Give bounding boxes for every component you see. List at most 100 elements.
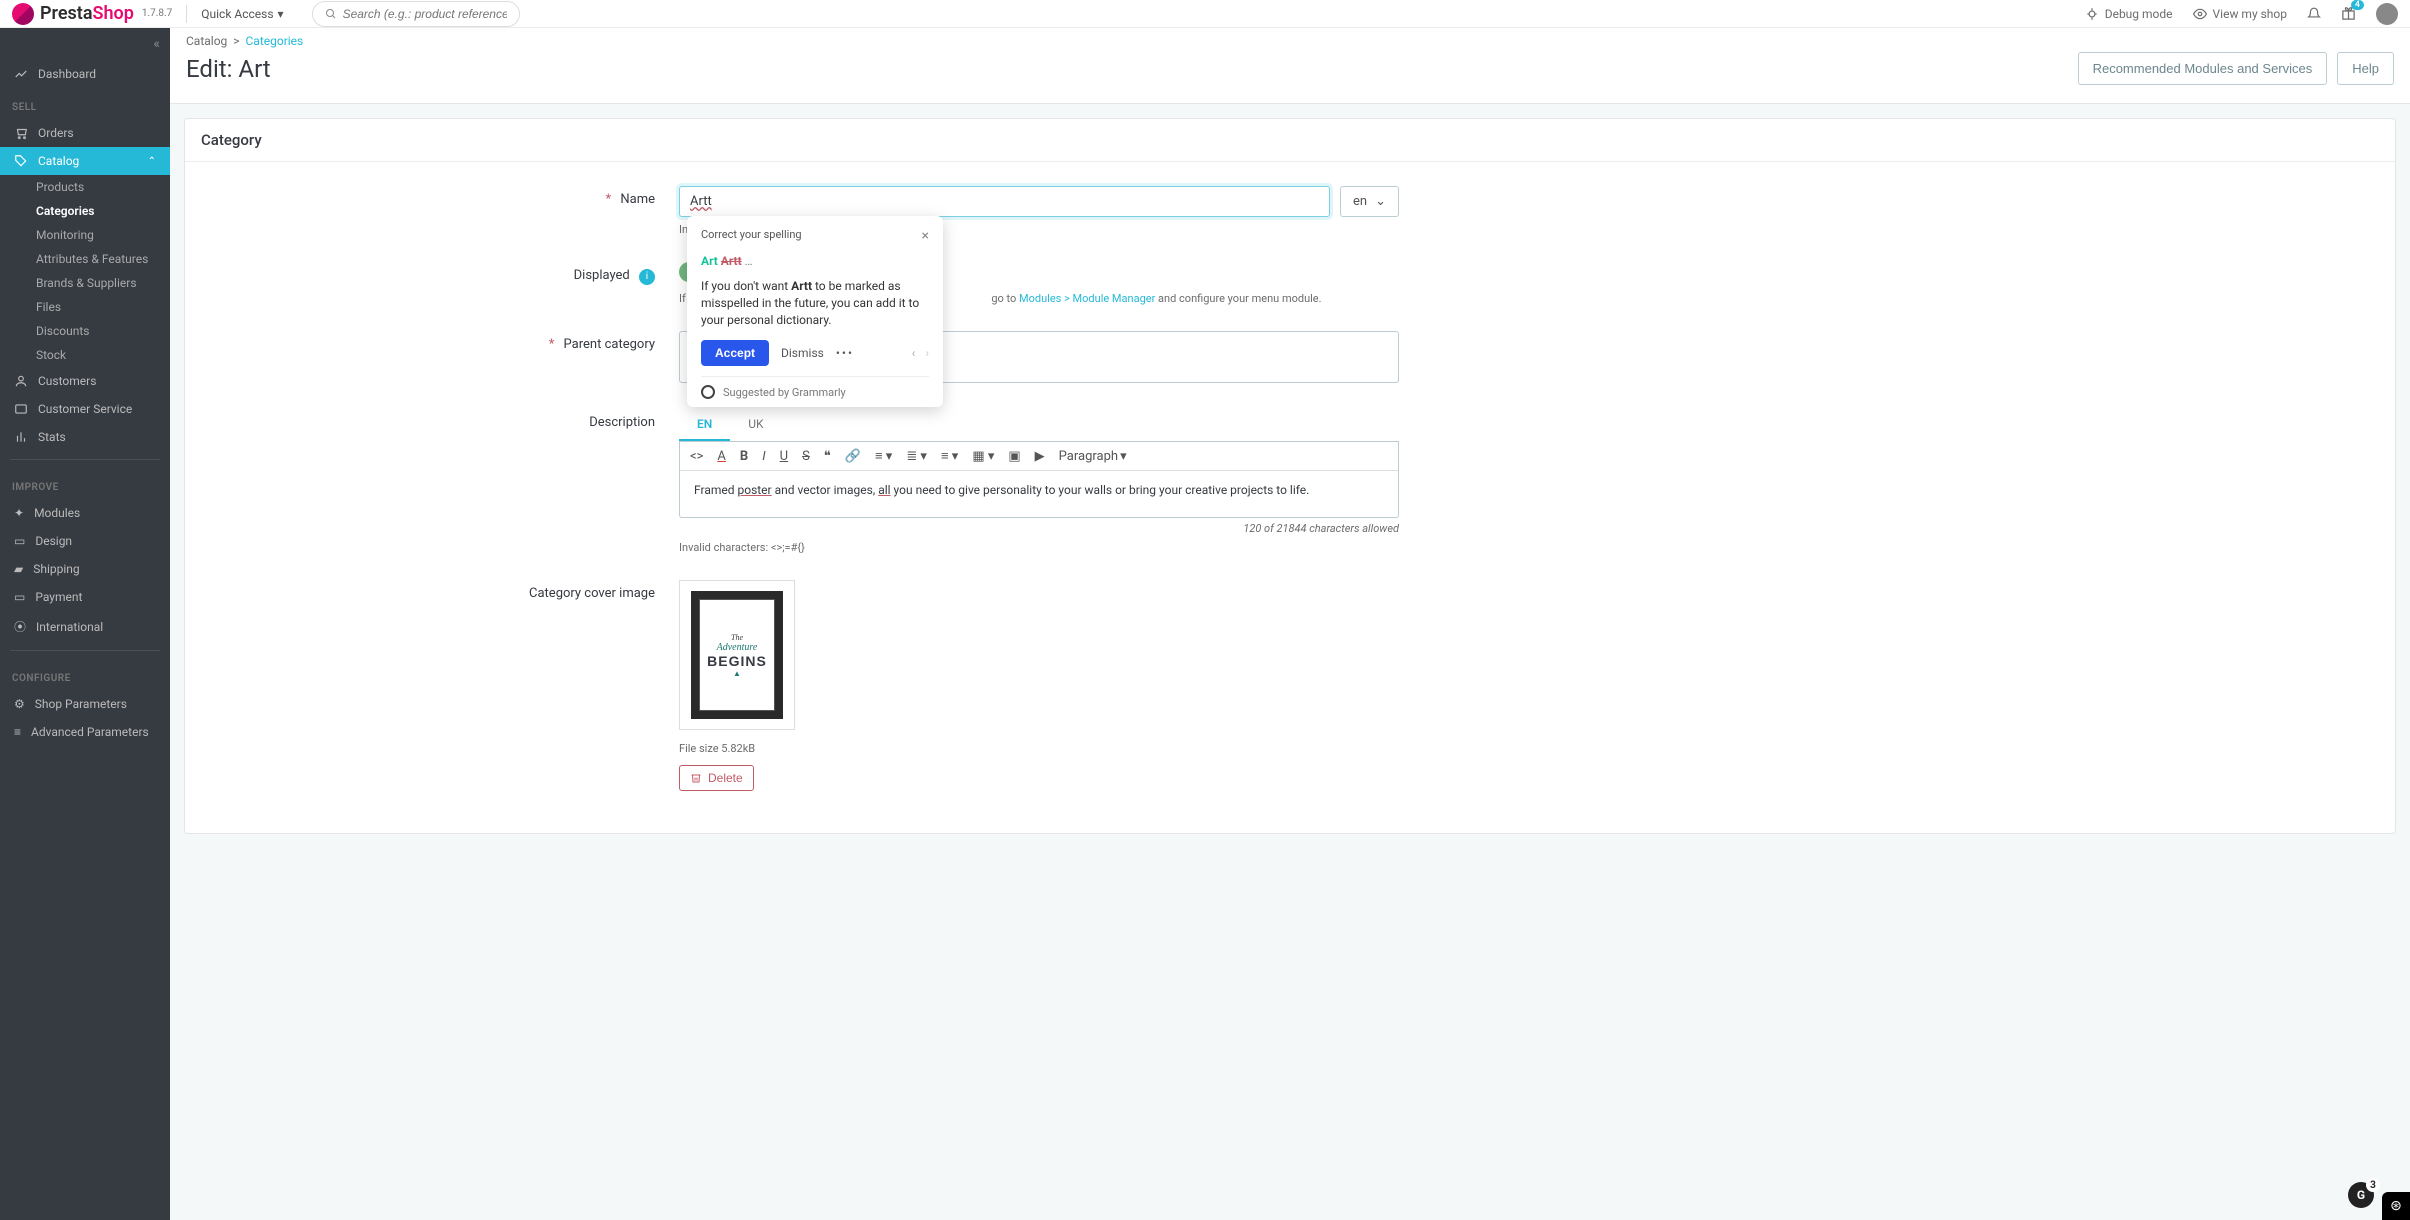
sidebar-item-modules[interactable]: ✦Modules xyxy=(0,499,170,527)
sidebar-item-customers[interactable]: Customers xyxy=(0,367,170,395)
subnav-products[interactable]: Products xyxy=(36,175,170,199)
image-icon[interactable]: ▣ xyxy=(1008,449,1020,464)
sidebar-label: Customers xyxy=(38,374,96,388)
info-icon[interactable]: i xyxy=(639,269,655,285)
subnav-categories[interactable]: Categories xyxy=(36,199,170,223)
module-manager-link[interactable]: Modules > Module Manager xyxy=(1019,292,1155,305)
source-icon[interactable]: <> xyxy=(690,449,703,464)
tab-uk[interactable]: uk xyxy=(730,409,781,441)
tab-en[interactable]: En xyxy=(679,409,730,441)
recommended-modules-button[interactable]: Recommended Modules and Services xyxy=(2078,52,2328,85)
bullet-list-icon[interactable]: ≣ ▾ xyxy=(906,449,927,464)
cover-thumbnail[interactable]: The Adventure BEGINS ▲ xyxy=(679,580,795,730)
debug-label: Debug mode xyxy=(2105,7,2173,21)
accept-button[interactable]: Accept xyxy=(701,340,769,366)
lang-code: en xyxy=(1353,194,1367,209)
chevron-up-icon: ⌃ xyxy=(148,156,156,167)
sidebar-item-stats[interactable]: Stats xyxy=(0,423,170,451)
paragraph-select[interactable]: Paragraph ▾ xyxy=(1059,449,1127,464)
bold-icon[interactable]: B xyxy=(740,449,748,464)
sidebar-item-international[interactable]: ⦿International xyxy=(0,611,170,642)
global-search[interactable] xyxy=(312,1,520,27)
subnav-monitoring[interactable]: Monitoring xyxy=(36,223,170,247)
sidebar-label: Shipping xyxy=(33,562,79,576)
symfony-debug-badge[interactable]: ⊛ xyxy=(2382,1192,2410,1220)
user-avatar[interactable] xyxy=(2376,3,2398,25)
divider xyxy=(10,650,160,651)
subnav-files[interactable]: Files xyxy=(36,295,170,319)
cart-notifications[interactable]: 4 xyxy=(2341,6,2356,21)
tag-icon xyxy=(14,154,28,168)
sidebar-item-catalog[interactable]: Catalog ⌃ xyxy=(0,147,170,175)
quote-icon[interactable]: ❝ xyxy=(824,449,831,464)
sidebar-label: Dashboard xyxy=(38,67,96,81)
sidebar-item-design[interactable]: ▭Design xyxy=(0,527,170,555)
view-shop-link[interactable]: View my shop xyxy=(2193,7,2287,21)
underline-icon[interactable]: U xyxy=(780,449,788,464)
popup-title: Correct your spelling xyxy=(701,228,802,244)
video-icon[interactable]: ▶ xyxy=(1035,449,1045,464)
number-list-icon[interactable]: ≡ ▾ xyxy=(941,448,958,464)
breadcrumb-leaf[interactable]: Categories xyxy=(245,34,303,48)
lang-tabs: En uk xyxy=(679,409,1399,442)
sidebar-item-payment[interactable]: ▭Payment xyxy=(0,583,170,611)
link-icon[interactable]: 🔗 xyxy=(845,449,861,464)
rte-content[interactable]: Framed poster and vector images, all you… xyxy=(680,471,1398,517)
align-icon[interactable]: ≡ ▾ xyxy=(875,448,892,464)
sidebar-label: Design xyxy=(35,534,72,548)
sidebar-collapse[interactable]: « xyxy=(0,28,170,60)
more-button[interactable]: ••• xyxy=(836,346,854,360)
sidebar: « Dashboard SELL Orders Catalog ⌃ Produc… xyxy=(0,28,170,1220)
subnav-discounts[interactable]: Discounts xyxy=(36,319,170,343)
next-icon[interactable]: › xyxy=(925,346,929,360)
row-displayed: Displayed i If spacer text hidden behind… xyxy=(209,262,2371,305)
delete-button[interactable]: Delete xyxy=(679,765,754,791)
language-select[interactable]: en ⌄ xyxy=(1340,186,1399,217)
italic-icon[interactable]: I xyxy=(762,449,765,464)
debug-mode-toggle[interactable]: Debug mode xyxy=(2085,7,2173,21)
subnav-brands[interactable]: Brands & Suppliers xyxy=(36,271,170,295)
card-icon: ▭ xyxy=(14,590,25,604)
text-color-icon[interactable]: A xyxy=(717,449,725,464)
footer-text: Suggested by Grammarly xyxy=(723,386,846,399)
strike-icon[interactable]: S xyxy=(802,449,810,464)
grammarly-float-badge[interactable]: G3 xyxy=(2348,1182,2374,1208)
trash-icon xyxy=(690,772,702,784)
chart-icon xyxy=(14,430,28,444)
brand-word-2: Shop xyxy=(93,3,134,24)
help-button[interactable]: Help xyxy=(2337,52,2394,85)
popup-footer: Suggested by Grammarly xyxy=(701,376,929,407)
name-input-wrapper: Artt xyxy=(679,186,1330,217)
sidebar-label: Stats xyxy=(38,430,66,444)
ellipsis: … xyxy=(745,254,753,268)
sidebar-item-orders[interactable]: Orders xyxy=(0,119,170,147)
sidebar-item-customer-service[interactable]: Customer Service xyxy=(0,395,170,423)
logo[interactable]: PrestaShop xyxy=(12,3,134,25)
sidebar-item-shipping[interactable]: ▰Shipping xyxy=(0,555,170,583)
breadcrumb-root[interactable]: Catalog xyxy=(186,34,227,48)
label-description: Description xyxy=(209,409,679,430)
sliders-icon: ≡ xyxy=(14,725,21,739)
sidebar-item-dashboard[interactable]: Dashboard xyxy=(0,60,170,88)
sidebar-heading-sell: SELL xyxy=(0,88,170,119)
sidebar-item-shop-params[interactable]: ⚙Shop Parameters xyxy=(0,690,170,718)
category-panel: Category * Name Artt en xyxy=(184,118,2396,834)
dismiss-button[interactable]: Dismiss xyxy=(781,346,824,360)
subnav-stock[interactable]: Stock xyxy=(36,343,170,367)
search-input[interactable] xyxy=(343,7,507,21)
breadcrumb: Catalog > Categories xyxy=(186,34,2394,48)
label-cover: Category cover image xyxy=(209,580,679,601)
separator xyxy=(186,5,187,23)
poster-line-2: Adventure xyxy=(717,642,758,653)
subnav-attributes[interactable]: Attributes & Features xyxy=(36,247,170,271)
close-icon[interactable]: × xyxy=(922,228,929,244)
float-count: 3 xyxy=(2366,1178,2380,1192)
main-area: Catalog > Categories Edit: Art Recommend… xyxy=(170,28,2410,1220)
table-icon[interactable]: ▦ ▾ xyxy=(972,449,994,464)
name-input-value[interactable]: Artt xyxy=(690,194,712,209)
bell-notifications[interactable] xyxy=(2307,7,2321,21)
prev-icon[interactable]: ‹ xyxy=(912,346,916,360)
label-text: Name xyxy=(620,192,655,207)
sidebar-item-adv-params[interactable]: ≡Advanced Parameters xyxy=(0,718,170,746)
quick-access-menu[interactable]: Quick Access ▾ xyxy=(201,7,283,21)
